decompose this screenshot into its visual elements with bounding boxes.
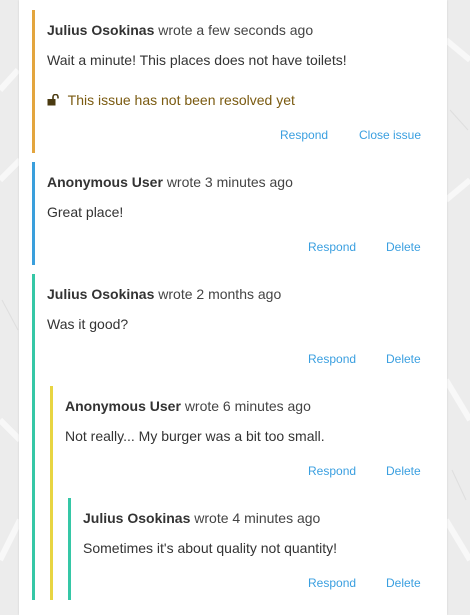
comment-author: Julius Osokinas (47, 22, 155, 38)
respond-button[interactable]: Respond (308, 576, 356, 590)
comment-text: Not really... My burger was a bit too sm… (65, 428, 325, 444)
comment-issue: Julius Osokinas wrote a few seconds ago … (32, 10, 434, 153)
comment-text: Was it good? (47, 316, 129, 332)
comments-panel: Julius Osokinas wrote a few seconds ago … (19, 0, 447, 615)
close-issue-button[interactable]: Close issue (359, 128, 421, 142)
respond-button[interactable]: Respond (280, 128, 328, 142)
delete-button[interactable]: Delete (386, 464, 421, 478)
issue-status: This issue has not been resolved yet (47, 92, 295, 109)
issue-status-text: This issue has not been resolved yet (67, 92, 295, 108)
respond-button[interactable]: Respond (308, 352, 356, 366)
comment-header: Anonymous User wrote 3 minutes ago (47, 174, 293, 190)
comment-thread: Julius Osokinas wrote 2 months ago Was i… (32, 274, 434, 600)
comment-author: Julius Osokinas (83, 510, 191, 526)
respond-button[interactable]: Respond (308, 464, 356, 478)
comment-header: Julius Osokinas wrote a few seconds ago (47, 22, 313, 38)
comment-reply: Julius Osokinas wrote 4 minutes ago Some… (68, 498, 422, 600)
comment-header: Julius Osokinas wrote 2 months ago (47, 286, 281, 302)
comment-reply: Anonymous User wrote 6 minutes ago Not r… (50, 386, 422, 600)
respond-button[interactable]: Respond (308, 240, 356, 254)
comment-item: Anonymous User wrote 3 minutes ago Great… (32, 162, 434, 265)
comment-meta: wrote 3 minutes ago (166, 174, 293, 190)
comment-meta: wrote 4 minutes ago (194, 510, 321, 526)
unlocked-icon (47, 93, 60, 109)
comment-header: Julius Osokinas wrote 4 minutes ago (83, 510, 320, 526)
comment-author: Anonymous User (47, 174, 163, 190)
comment-meta: wrote a few seconds ago (158, 22, 314, 38)
comment-author: Anonymous User (65, 398, 181, 414)
delete-button[interactable]: Delete (386, 352, 421, 366)
comment-meta: wrote 2 months ago (158, 286, 282, 302)
comment-author: Julius Osokinas (47, 286, 155, 302)
delete-button[interactable]: Delete (386, 576, 421, 590)
comment-meta: wrote 6 minutes ago (184, 398, 311, 414)
comment-text: Great place! (47, 204, 124, 220)
comment-text: Sometimes it's about quality not quantit… (83, 540, 338, 556)
comment-header: Anonymous User wrote 6 minutes ago (65, 398, 311, 414)
delete-button[interactable]: Delete (386, 240, 421, 254)
comment-text: Wait a minute! This places does not have… (47, 52, 347, 68)
